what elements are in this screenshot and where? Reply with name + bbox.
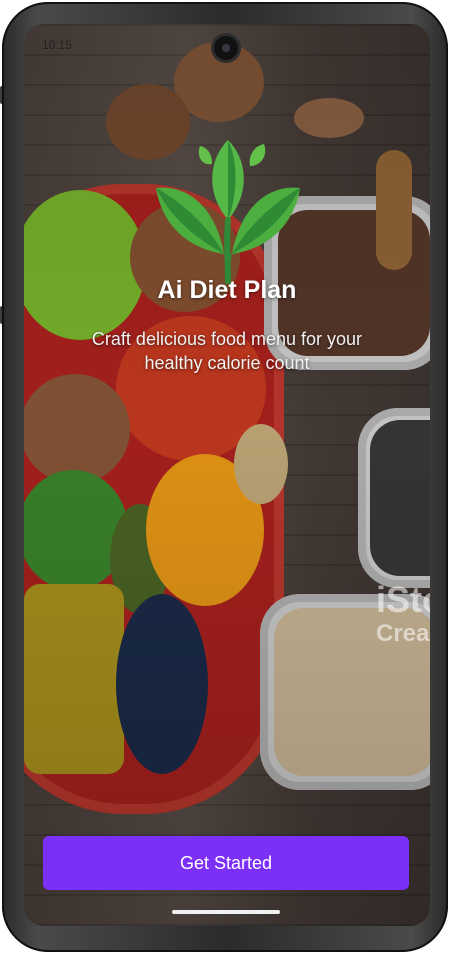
stock-watermark: iSto Crea bbox=[376, 582, 430, 646]
app-subtitle: Craft delicious food menu for your healt… bbox=[91, 329, 363, 373]
watermark-line-2: Crea bbox=[376, 620, 430, 647]
watermark-line-1: iSto bbox=[376, 579, 430, 620]
home-indicator[interactable] bbox=[172, 910, 280, 914]
status-bar-time: 10:15 bbox=[42, 38, 73, 52]
leaf-sprout-icon bbox=[156, 140, 300, 284]
app-screen: iSto Crea 10:15 Ai Diet Plan Craft delic… bbox=[24, 24, 430, 926]
get-started-button[interactable]: Get Started bbox=[43, 836, 409, 890]
app-title: Ai Diet Plan bbox=[157, 276, 297, 304]
device-frame: iSto Crea 10:15 Ai Diet Plan Craft delic… bbox=[0, 0, 452, 956]
front-camera-icon bbox=[214, 36, 238, 60]
